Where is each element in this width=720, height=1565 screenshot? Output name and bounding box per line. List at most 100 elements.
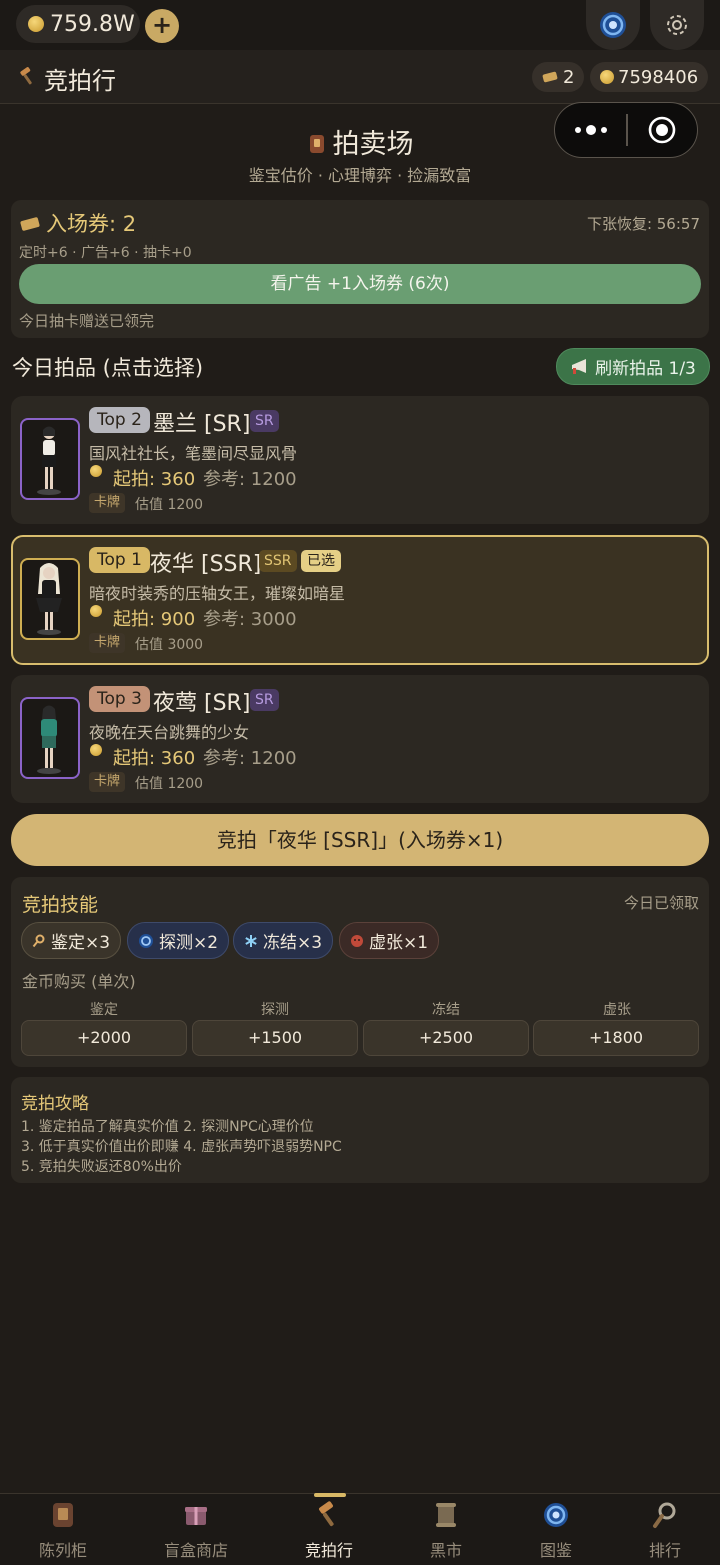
item-description: 暗夜时装秀的压轴女王，璀璨如暗星 [89,584,346,603]
item-name: 夜华 [SSR] [150,552,262,577]
guide-title: 竞拍攻略 [21,1094,89,1114]
card-tag: 卡牌 [89,633,126,653]
tier-badge: SR [250,410,279,432]
starting-bid: 起拍: 360 [113,748,196,769]
starting-bid: 起拍: 360 [113,469,196,490]
buy-freeze-button[interactable]: +2500 [363,1020,529,1056]
megaphone-icon [572,358,587,374]
buy-bluff-button[interactable]: +1800 [533,1020,699,1056]
buy-skill-name: 探测 [261,1002,289,1018]
character-figure-icon [36,563,62,635]
guide-line: 5. 竞拍失败返还80%出价 [21,1159,182,1175]
nav-label: 竞拍行 [304,1541,353,1560]
buy-skill-name: 冻结 [432,1002,460,1018]
nav-label: 排行 [648,1541,681,1560]
item-name: 墨兰 [SR] [153,412,251,437]
skill-bluff[interactable]: 虚张×1 [339,922,440,959]
skill-label: 鉴定×3 [51,933,111,953]
card-tag: 卡牌 [89,493,126,513]
tier-badge: SSR [259,550,297,572]
character-figure-icon [37,426,61,495]
character-thumbnail [20,558,80,640]
selected-badge: 已选 [301,550,341,572]
nav-auction[interactable]: 竞拍行 [269,1497,389,1561]
ticket-sources: 定时+6 · 广告+6 · 抽卡+0 [19,245,192,261]
page-title: 竞拍行 [44,67,116,95]
character-thumbnail [20,418,80,500]
buy-skill-name: 虚张 [603,1002,631,1018]
item-name: 夜莺 [SR] [153,691,251,716]
reference-price: 参考: 3000 [203,609,297,630]
vortex-icon [541,1501,571,1529]
rank-badge: Top 1 [89,547,150,573]
bid-button[interactable]: 竞拍「夜华 [SSR]」(入场券×1) [11,814,709,866]
skills-title: 竞拍技能 [22,894,99,916]
tier-badge: SR [250,689,279,711]
buy-appraise-button[interactable]: +2000 [21,1020,187,1056]
ticket-note: 今日抽卡赠送已领完 [19,312,155,330]
character-figure-icon [37,705,61,774]
nav-display-cabinet[interactable]: 陈列柜 [3,1497,123,1561]
buy-skill-name: 鉴定 [90,1002,118,1018]
cabinet-icon [48,1501,78,1529]
estimated-value: 估值 3000 [135,637,204,653]
card-tag: 卡牌 [89,772,126,792]
bluff-icon [351,934,363,947]
hall-title: 拍卖场 [332,129,414,160]
skill-label: 冻结×3 [263,933,323,953]
nav-label: 盲盒商店 [163,1541,228,1560]
item-description: 夜晚在天台跳舞的少女 [89,723,250,742]
nav-ranking[interactable]: 排行 [605,1497,720,1561]
skill-freeze[interactable]: 冻结×3 [233,922,334,959]
nav-label: 陈列柜 [38,1541,87,1560]
items-section-title: 今日拍品 (点击选择) [12,356,204,380]
guide-line: 1. 鉴定拍品了解真实价值 2. 探测NPC心理价位 [21,1119,314,1135]
coin-icon [28,16,44,32]
vortex-icon [139,933,153,948]
buy-label: 金币购买 (单次) [22,972,136,991]
ticket-title-row: 入场券: 2 [20,208,136,238]
nav-blind-box-shop[interactable]: 盲盒商店 [136,1497,256,1561]
estimated-value: 估值 1200 [135,776,204,792]
ticket-count: 2 [563,66,575,88]
refresh-label: 刷新拍品 1/3 [595,359,696,379]
estimated-value: 估值 1200 [135,497,204,513]
add-gold-button[interactable]: + [145,9,179,43]
nav-collection[interactable]: 图鉴 [496,1497,616,1561]
coin-icon [90,605,102,617]
character-thumbnail [20,697,80,779]
guide-line: 3. 低于真实价值出价即赚 4. 虚张声势吓退弱势NPC [21,1139,342,1155]
skill-label: 探测×2 [159,933,219,953]
gear-icon [667,15,687,35]
snowflake-icon [245,934,257,947]
skills-claimed-status: 今日已领取 [623,894,699,912]
nav-black-market[interactable]: 黑市 [386,1497,506,1561]
ticket-count-pill: 2 [532,62,585,92]
reference-price: 参考: 1200 [203,748,297,769]
gavel-icon [314,1501,344,1529]
skill-detect[interactable]: 探测×2 [127,922,230,959]
refresh-items-button[interactable]: 刷新拍品 1/3 [556,348,710,385]
rank-badge: Top 3 [89,686,150,712]
coin-icon [600,70,614,84]
ticket-icon [542,71,558,83]
ticket-icon [20,217,40,231]
item-description: 国风社社长，笔墨间尽显风骨 [89,444,298,463]
ticket-title: 入场券: 2 [46,212,137,236]
skill-appraise[interactable]: 鉴定×3 [21,922,122,959]
magnifier-icon [650,1501,680,1529]
gold-balance: 759.8W [50,11,135,37]
coin-count-pill: 7598406 [590,62,709,92]
coin-count: 7598406 [618,66,699,88]
buy-detect-button[interactable]: +1500 [192,1020,358,1056]
ticket-recovery-timer: 下张恢复: 56:57 [586,215,700,233]
hall-title-row: 拍卖场 [0,122,720,161]
vortex-icon [600,12,626,38]
reference-price: 参考: 1200 [203,469,297,490]
nav-label: 图鉴 [539,1541,572,1560]
watch-ad-button[interactable]: 看广告 +1入场券 (6次) [19,264,701,304]
gold-balance-pill[interactable]: 759.8W [16,5,140,43]
gift-box-icon [181,1501,211,1529]
nav-label: 黑市 [429,1541,462,1560]
hall-subtitle: 鉴宝估价 · 心理博弈 · 捡漏致富 [248,166,472,185]
